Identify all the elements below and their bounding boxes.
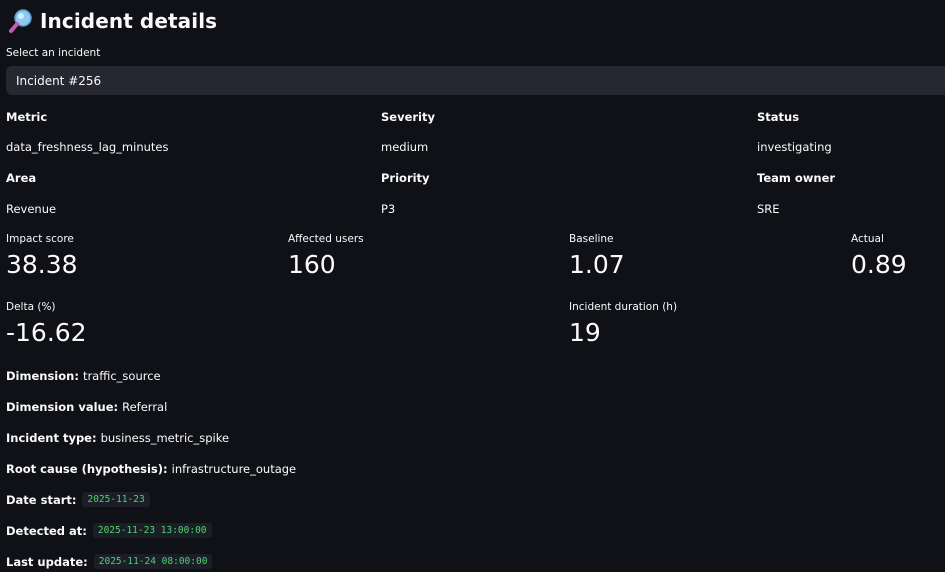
magnifying-glass-icon [9,9,32,33]
root-cause-row: Root cause (hypothesis): infrastructure_… [6,462,296,476]
metric-value: data_freshness_lag_minutes [6,140,169,154]
last-update-value: 2025-11-24 08:00:00 [93,554,213,569]
actual-label: Actual [851,233,884,245]
incident-type-value: business_metric_spike [100,431,230,445]
baseline-label: Baseline [569,233,614,245]
metric-label: Metric [6,110,48,124]
affected-users-label: Affected users [288,233,364,245]
dimension-value-row: Dimension value: Referral [6,400,167,414]
incident-duration-label: Incident duration (h) [569,301,678,313]
detected-at-value: 2025-11-23 13:00:00 [92,523,212,538]
area-value: Revenue [6,202,57,216]
dimension-key: Dimension: [6,369,79,383]
root-cause-value: infrastructure_outage [171,462,297,476]
dimension-value-key: Dimension value: [6,400,119,414]
actual-value: 0.89 [851,250,907,279]
incident-select-value: Incident #256 [16,73,102,88]
incident-duration-value: 19 [569,318,601,347]
dimension-row: Dimension: traffic_source [6,369,161,383]
incident-type-key: Incident type: [6,431,97,445]
last-update-row: Last update: 2025-11-24 08:00:00 [6,554,213,569]
dimension-value-value: Referral [122,400,168,414]
last-update-key: Last update: [6,554,88,569]
page-header: Incident details [8,6,217,36]
root-cause-key: Root cause (hypothesis): [6,462,168,476]
date-start-value: 2025-11-23 [82,492,150,507]
page-title: Incident details [40,9,218,33]
date-start-row: Date start: 2025-11-23 [6,492,150,507]
incident-details-page: Incident details Select an incident Inci… [0,0,945,572]
team-owner-label: Team owner [757,171,836,185]
delta-value: -16.62 [6,318,87,347]
status-label: Status [757,110,800,124]
incident-select-label: Select an incident [6,47,101,59]
date-start-key: Date start: [6,492,77,507]
delta-label: Delta (%) [6,301,56,313]
affected-users-value: 160 [288,250,336,279]
impact-score-label: Impact score [6,233,74,245]
dimension-value: traffic_source [82,369,161,383]
incident-type-row: Incident type: business_metric_spike [6,431,229,445]
status-value: investigating [757,140,832,154]
priority-value: P3 [381,202,396,216]
impact-score-value: 38.38 [6,250,78,279]
severity-label: Severity [381,110,435,124]
severity-value: medium [381,140,429,154]
team-owner-value: SRE [757,202,780,216]
detected-at-key: Detected at: [6,523,87,538]
incident-select[interactable]: Incident #256 [6,66,945,95]
detected-at-row: Detected at: 2025-11-23 13:00:00 [6,523,212,538]
baseline-value: 1.07 [569,250,625,279]
priority-label: Priority [381,171,430,185]
area-label: Area [6,171,37,185]
